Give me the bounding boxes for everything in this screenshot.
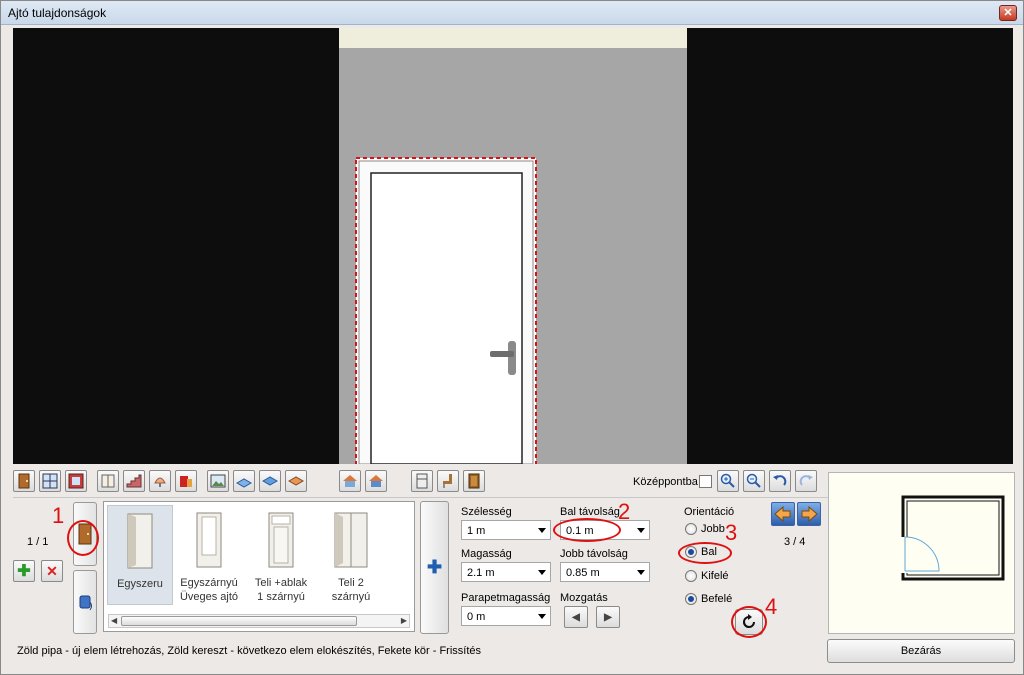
fridge-icon[interactable] <box>411 470 433 492</box>
right-distance-select[interactable]: 0.85 m <box>560 562 650 582</box>
gallery-item-3[interactable]: Teli 2 szárnyú <box>318 505 384 605</box>
window-icon[interactable] <box>39 470 61 492</box>
gallery-item-0[interactable]: Egyszeru <box>107 505 173 605</box>
chevron-down-icon <box>637 570 645 575</box>
callout-2: 2 <box>618 499 631 524</box>
callout-3: 3 <box>725 520 738 545</box>
arrow-left-icon <box>774 505 791 523</box>
callout-ring-3 <box>678 542 732 564</box>
gallery-item-1[interactable]: Egyszárnyú Üveges ajtó <box>176 505 242 605</box>
roof-window-icon[interactable] <box>365 470 387 492</box>
scroll-left-arrow-icon[interactable]: ◀ <box>111 615 117 627</box>
glass-door-thumbnail <box>196 512 222 568</box>
radio-inward-label: Befelé <box>701 593 733 605</box>
scrollbar-thumb[interactable] <box>121 616 357 626</box>
close-button[interactable]: Bezárás <box>827 639 1015 663</box>
element-counter: 1 / 1 <box>27 536 49 548</box>
radio-outward-label: Kifelé <box>701 570 729 582</box>
floorplan-preview <box>828 472 1015 634</box>
sill-height-label: Parapetmagasság <box>461 592 551 604</box>
window-title: Ajtó tulajdonságok <box>8 6 107 20</box>
3d-preview-viewport[interactable] <box>13 28 1013 464</box>
triangle-right-icon: ▶ <box>604 611 612 623</box>
status-text: Zöld pipa - új elem létrehozás, Zöld ker… <box>17 645 482 657</box>
wall-tile-icon[interactable] <box>285 470 307 492</box>
room-scene <box>13 28 1013 464</box>
chevron-down-icon <box>538 528 546 533</box>
ceiling-tile-icon[interactable] <box>259 470 281 492</box>
stairs-icon[interactable] <box>123 470 145 492</box>
callout-4: 4 <box>765 594 778 619</box>
radio-inward[interactable] <box>685 593 697 605</box>
element-toolbar: Középpontba <box>13 467 821 497</box>
bay-window-icon[interactable] <box>65 470 87 492</box>
gallery-horizontal-scrollbar[interactable]: ◀ ▶ <box>108 614 410 628</box>
triangle-left-icon: ◀ <box>572 611 580 623</box>
plus-icon[interactable]: ✚ <box>13 560 35 582</box>
delete-x-icon[interactable]: ✕ <box>41 560 63 582</box>
gallery-item-2[interactable]: Teli +ablak 1 szárnyú <box>248 505 314 605</box>
floorplan-drawing <box>901 495 1005 581</box>
chevron-down-icon <box>538 570 546 575</box>
undo-icon[interactable] <box>769 470 791 492</box>
chair-icon[interactable] <box>437 470 459 492</box>
sill-height-select[interactable]: 0 m <box>461 606 551 626</box>
chevron-down-icon <box>637 528 645 533</box>
radio-right-label: Jobb <box>701 523 725 535</box>
radio-outward[interactable] <box>685 570 697 582</box>
callout-1: 1 <box>52 503 65 528</box>
add-element-button[interactable]: ✚ <box>420 501 449 634</box>
door-icon[interactable] <box>13 470 35 492</box>
previous-variant-button[interactable] <box>771 502 795 526</box>
door-with-window-thumbnail <box>268 512 294 568</box>
lamp-icon[interactable] <box>149 470 171 492</box>
radio-right[interactable] <box>685 523 697 535</box>
move-left-button[interactable]: ◀ <box>564 606 588 628</box>
redo-icon[interactable] <box>795 470 817 492</box>
height-label: Magasság <box>461 548 512 560</box>
width-select[interactable]: 1 m <box>461 520 551 540</box>
title-bar: Ajtó tulajdonságok ✕ <box>1 1 1023 25</box>
orientation-title: Orientáció <box>684 506 735 518</box>
callout-ring-1 <box>67 520 99 556</box>
center-checkbox[interactable] <box>699 475 712 488</box>
paint-bucket-icon <box>79 595 92 611</box>
right-distance-label: Jobb távolság <box>560 548 628 560</box>
door-type-gallery: Egyszeru Egyszárnyú Üveges ajtó Teli +ab… <box>103 501 415 632</box>
width-label: Szélesség <box>461 506 512 518</box>
center-label: Középpontba <box>633 476 698 488</box>
next-variant-button[interactable] <box>797 502 821 526</box>
zoom-in-icon[interactable] <box>717 470 739 492</box>
callout-ring-4 <box>731 606 767 638</box>
chevron-down-icon <box>538 614 546 619</box>
door-small-icon[interactable] <box>463 470 485 492</box>
double-door-thumbnail <box>334 512 368 568</box>
furniture-icon[interactable] <box>175 470 197 492</box>
window-close-button[interactable]: ✕ <box>999 5 1017 21</box>
cabinet-icon[interactable] <box>97 470 119 492</box>
blue-plus-icon: ✚ <box>426 557 443 577</box>
zoom-out-icon[interactable] <box>743 470 765 492</box>
move-right-button[interactable]: ▶ <box>596 606 620 628</box>
floor-tile-icon[interactable] <box>233 470 255 492</box>
arrow-right-icon <box>801 505 818 523</box>
variant-counter: 3 / 4 <box>784 536 806 548</box>
move-label: Mozgatás <box>560 592 608 604</box>
callout-ring-2 <box>553 518 621 542</box>
door-frame[interactable] <box>355 157 537 464</box>
dialog-window: Ajtó tulajdonságok ✕ Középpontba 1 / 1 ✚… <box>0 0 1024 675</box>
scroll-right-arrow-icon[interactable]: ▶ <box>401 615 407 627</box>
height-select[interactable]: 2.1 m <box>461 562 551 582</box>
picture-icon[interactable] <box>207 470 229 492</box>
paint-tab[interactable] <box>73 570 97 634</box>
plain-door-thumbnail <box>127 513 153 569</box>
roof-icon[interactable] <box>339 470 361 492</box>
left-distance-label: Bal távolság <box>560 506 620 518</box>
